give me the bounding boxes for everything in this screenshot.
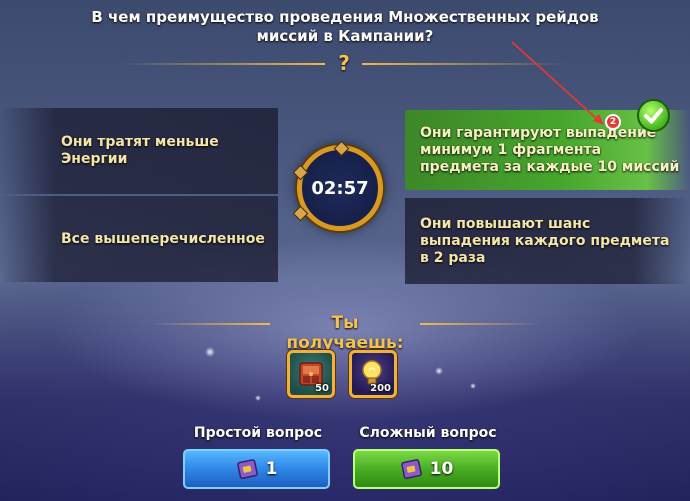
hard-question-button[interactable]: 10 — [353, 449, 500, 489]
simple-question-value: 1 — [265, 459, 278, 479]
hard-question-label: Сложный вопрос — [359, 425, 497, 441]
simple-question-button[interactable]: 1 — [183, 449, 330, 489]
hard-question-value: 10 — [429, 459, 454, 479]
reward-item-lightbulb[interactable]: 200 — [349, 350, 397, 398]
reward-item-armor-quantity: 50 — [315, 383, 329, 394]
annotation-badge: 2 — [605, 114, 621, 130]
simple-question-label: Простой вопрос — [193, 425, 323, 441]
reward-item-lightbulb-quantity: 200 — [370, 383, 391, 394]
reward-title: Ты получаешь: — [286, 313, 404, 353]
reward-divider-right — [420, 323, 540, 325]
reward-item-armor[interactable]: 50 — [287, 350, 335, 398]
ticket-icon — [400, 459, 422, 480]
annotation-arrow — [511, 41, 604, 125]
reward-divider-left — [150, 323, 270, 325]
ticket-icon — [236, 459, 258, 480]
